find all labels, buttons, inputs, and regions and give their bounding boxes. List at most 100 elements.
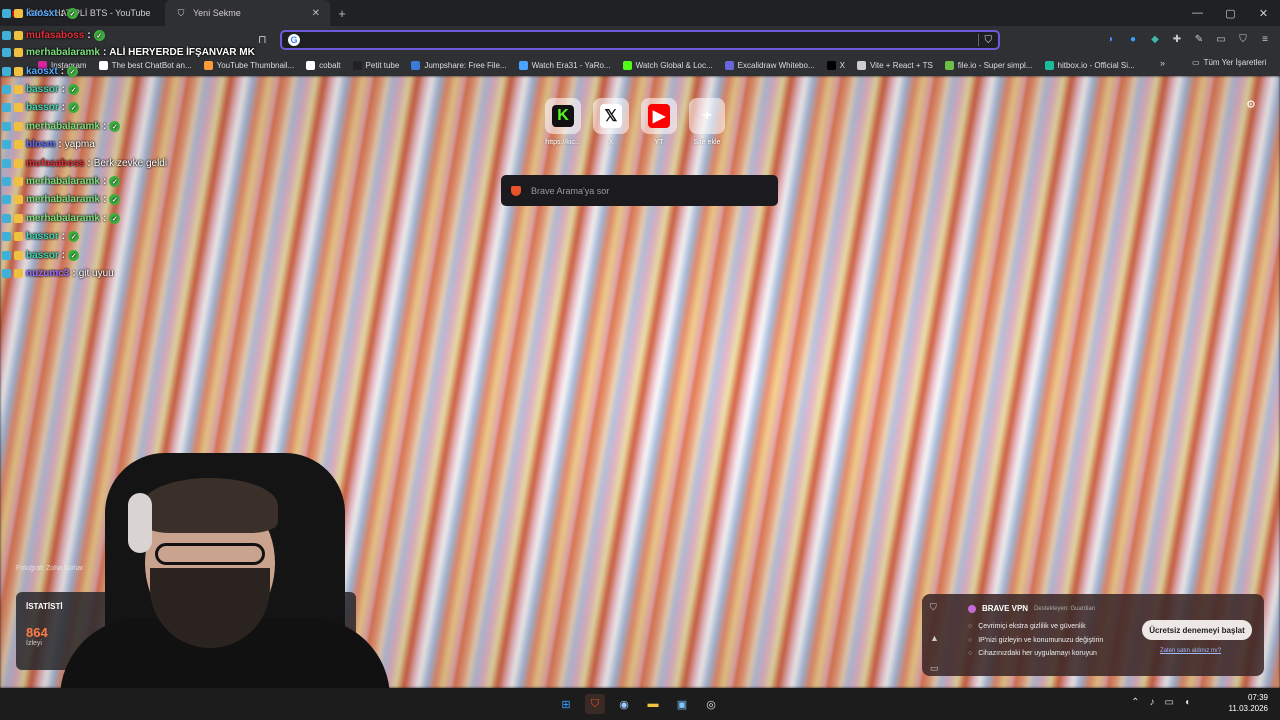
bookmark-item[interactable]: Vite + React + TS — [856, 60, 933, 70]
bookmark-item[interactable]: hitbox.io - Official Si... — [1044, 60, 1135, 70]
microphone-icon[interactable]: ♪ — [1150, 697, 1155, 708]
chat-username[interactable]: merhabalaramk — [26, 47, 100, 58]
chat-username[interactable]: merhabalaramk — [26, 176, 100, 187]
top-site-tile[interactable]: 𝕏X — [593, 98, 629, 146]
brave-icon: ⛉ — [177, 7, 185, 18]
extension-blue-icon[interactable]: ● — [1126, 32, 1140, 46]
chat-emote-icon: ✓ — [109, 194, 121, 205]
chat-username[interactable]: bassor — [26, 102, 59, 113]
edit-icon[interactable]: ✎ — [1192, 32, 1206, 46]
volume-icon[interactable]: ◖ — [1184, 697, 1190, 708]
top-site-tile[interactable]: ▶ YT — [641, 98, 677, 146]
chat-username[interactable]: kaosxt — [26, 66, 58, 77]
chat-username[interactable]: kaosxt — [26, 8, 58, 19]
vpn-icon[interactable]: ⛉ — [1236, 32, 1250, 46]
brave-browser-icon[interactable]: ⛉ — [585, 694, 605, 714]
maximize-button[interactable]: ▢ — [1214, 7, 1247, 20]
close-tab-icon[interactable]: ✕ — [312, 8, 320, 19]
brave-search-box[interactable] — [501, 175, 778, 206]
extension-teal-icon[interactable]: ◆ — [1148, 32, 1162, 46]
file-explorer-icon[interactable]: ▬ — [643, 694, 663, 714]
bookmarks-overflow-icon[interactable]: » — [1160, 58, 1165, 68]
webcam-overlay — [50, 448, 400, 698]
chat-badge-icon — [2, 195, 11, 204]
chat-emote-icon: ✓ — [109, 176, 121, 187]
top-site-label: https://kic... — [545, 139, 581, 146]
top-site-icon: + — [689, 98, 725, 134]
app-icon[interactable]: ◎ — [701, 694, 721, 714]
bookmark-label: Watch Global & Loc... — [635, 60, 713, 70]
bookmark-item[interactable]: Jumpshare: Free File... — [411, 60, 507, 70]
chat-username[interactable]: bassor — [26, 231, 59, 242]
sidebar-icon[interactable]: ▭ — [1214, 32, 1228, 46]
bookmark-item[interactable]: Watch Global & Loc... — [622, 60, 713, 70]
chat-username[interactable]: merhabalaramk — [26, 121, 100, 132]
chat-username[interactable]: merhabalaramk — [26, 194, 100, 205]
chat-text: git uyuu — [78, 268, 114, 279]
already-purchased-link[interactable]: Zaten satın aldınız mı? — [1160, 648, 1221, 654]
bookmark-item[interactable]: Excalidraw Whitebo... — [724, 60, 815, 70]
search-input[interactable] — [531, 185, 768, 196]
bookmark-label: file.io - Super simpl... — [957, 60, 1033, 70]
brave-shields-icon[interactable]: ⛉ — [985, 35, 993, 46]
extensions-icon[interactable]: ✚ — [1170, 32, 1184, 46]
all-bookmarks-label: Tüm Yer İşaretleri — [1203, 58, 1267, 67]
bookmark-favicon-icon — [856, 60, 866, 70]
bookmark-item[interactable]: X — [826, 60, 845, 70]
top-site-tile[interactable]: + Site ekle — [689, 98, 725, 146]
chat-username[interactable]: mufasaboss — [26, 30, 84, 41]
bookmark-page-icon[interactable]: ⊓ — [258, 33, 267, 46]
address-input[interactable] — [308, 34, 972, 46]
gear-icon[interactable]: ⚙ — [1246, 98, 1256, 111]
bookmark-item[interactable]: cobalt — [306, 60, 341, 70]
chat-text: ALİ HERYERDE İFŞANVAR MK — [109, 47, 255, 58]
display-icon[interactable]: ▭ — [1165, 697, 1174, 708]
top-site-tile[interactable]: Khttps://kic... — [545, 98, 581, 146]
bookmark-favicon-icon — [1044, 60, 1054, 70]
toolbar-icons: ◗ ● ◆ ✚ ✎ ▭ ⛉ ≡ — [1104, 32, 1272, 46]
steam-icon[interactable]: ◉ — [614, 694, 634, 714]
audio-icon[interactable]: ◗ — [1104, 32, 1118, 46]
tab-new[interactable]: ⛉ Yeni Sekme ✕ — [165, 0, 330, 26]
bookmark-label: hitbox.io - Official Si... — [1057, 60, 1135, 70]
close-window-button[interactable]: ✕ — [1247, 7, 1280, 20]
address-bar[interactable]: G ⛉ — [280, 30, 1000, 50]
bookmark-favicon-icon — [518, 60, 528, 70]
chat-username[interactable]: bassor — [26, 84, 59, 95]
brave-lion-icon — [511, 185, 521, 196]
chat-text: yapma — [64, 139, 95, 150]
start-trial-button[interactable]: Ücretsiz denemeyi başlat — [1142, 620, 1252, 640]
chat-username[interactable]: bassor — [26, 250, 59, 261]
bookmark-item[interactable]: Watch Era31 - YaRo... — [518, 60, 611, 70]
chat-username[interactable]: mufasaboss — [26, 158, 84, 169]
chat-separator: : — [72, 268, 76, 279]
chat-username[interactable]: merhabalaramk — [26, 213, 100, 224]
minimize-button[interactable]: — — [1181, 7, 1214, 20]
chat-username[interactable]: blosm — [26, 139, 55, 150]
photos-icon[interactable]: ▣ — [672, 694, 692, 714]
bookmark-label: Jumpshare: Free File... — [424, 60, 507, 70]
chat-message: kaosxt : ✓ — [2, 66, 79, 77]
bookmark-label: cobalt — [319, 60, 341, 70]
shield-icon[interactable]: ⛉ — [930, 602, 939, 613]
card-icon[interactable]: ▭ — [930, 663, 939, 674]
bookmark-item[interactable]: Petit tube — [352, 60, 399, 70]
chat-badge-icon — [14, 195, 23, 204]
all-bookmarks-button[interactable]: ▭ Tüm Yer İşaretleri — [1192, 58, 1266, 67]
bookmark-item[interactable]: The best ChatBot an... — [98, 60, 192, 70]
chevron-up-icon[interactable]: ⌃ — [1131, 697, 1139, 708]
chat-separator: : — [102, 121, 107, 132]
bookmark-item[interactable]: file.io - Super simpl... — [944, 60, 1033, 70]
bookmark-favicon-icon — [203, 60, 213, 70]
bookmark-item[interactable]: YouTube Thumbnail... — [203, 60, 294, 70]
top-site-label: Site ekle — [693, 139, 721, 146]
taskbar-clock[interactable]: 07:39 11.03.2026 — [1229, 692, 1268, 714]
chat-username[interactable]: nuzumc3 — [26, 268, 69, 279]
bookmark-label: Watch Era31 - YaRo... — [531, 60, 611, 70]
chat-emote-icon: ✓ — [68, 102, 80, 113]
new-tab-button[interactable]: + — [330, 6, 354, 21]
warning-icon[interactable]: ▲ — [930, 633, 939, 643]
menu-icon[interactable]: ≡ — [1258, 32, 1272, 46]
windows-start-icon[interactable]: ⊞ — [556, 694, 576, 714]
chat-badge-icon — [2, 48, 11, 57]
